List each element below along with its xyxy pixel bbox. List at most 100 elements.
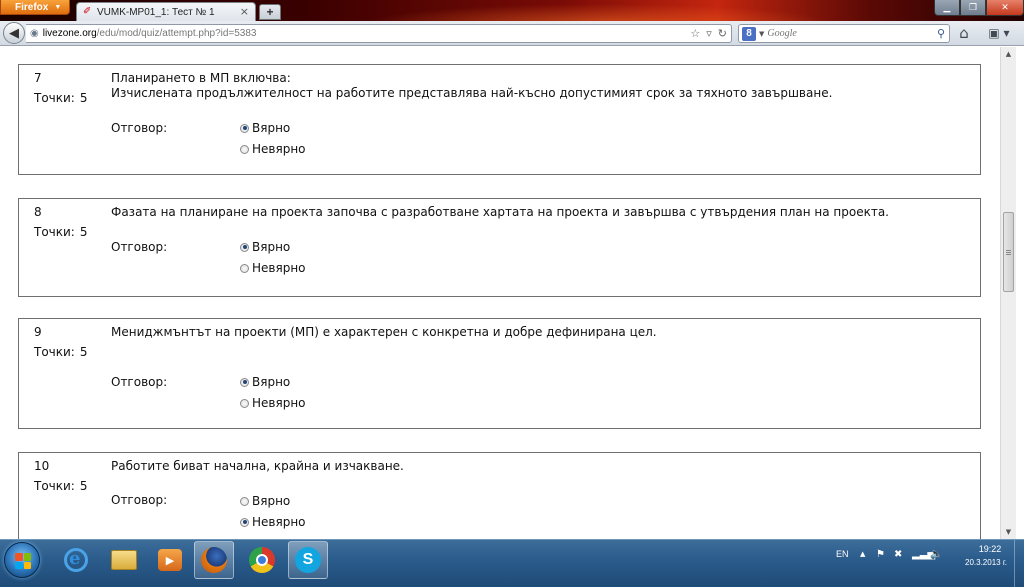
- bookmarks-menu-icon[interactable]: ▣ ▾: [980, 24, 1018, 43]
- answer-label: Отговор:: [111, 121, 168, 135]
- tab-quiz[interactable]: ✐ VUMK-MP01_1: Тест № 1 ×: [76, 2, 256, 21]
- option-false[interactable]: Невярно: [240, 396, 306, 410]
- firefox-icon: [201, 547, 227, 573]
- question-number: 10: [34, 459, 50, 473]
- close-tab-icon[interactable]: ×: [240, 6, 249, 17]
- taskbar-firefox[interactable]: [194, 541, 234, 579]
- taskbar-media-player[interactable]: ▶: [150, 541, 190, 579]
- clock-date[interactable]: 20.3.2013 г.: [950, 558, 1022, 567]
- question-number: 8: [34, 205, 42, 219]
- radio-button[interactable]: [240, 517, 249, 527]
- minimize-button[interactable]: ▁: [934, 0, 960, 16]
- page-content: 7 Точки: 5 Планирането в МП включва: Изчи…: [0, 47, 1000, 539]
- clock-time[interactable]: 19:22: [960, 544, 1020, 554]
- radio-button[interactable]: [240, 242, 249, 252]
- points-label: Точки:: [34, 91, 75, 105]
- question-number: 9: [34, 325, 42, 339]
- media-player-icon: ▶: [158, 549, 182, 571]
- points-value: 5: [79, 91, 88, 105]
- question-text-line: Планирането в МП включва:: [111, 71, 291, 85]
- points-value: 5: [79, 345, 88, 359]
- system-tray: EN ▲ ⚑ ✖ ▂▃▅ 🔈 19:22 20.3.2013 г.: [830, 540, 1024, 588]
- skype-icon: S: [295, 547, 321, 573]
- option-label[interactable]: Вярно: [252, 121, 290, 135]
- home-icon[interactable]: ⌂: [954, 24, 974, 43]
- scroll-up-icon[interactable]: ▲: [1001, 47, 1016, 61]
- taskbar-skype[interactable]: S: [288, 541, 328, 579]
- radio-button[interactable]: [240, 144, 249, 154]
- option-label[interactable]: Вярно: [252, 240, 290, 254]
- firefox-menu-button[interactable]: Firefox ▼: [0, 0, 70, 15]
- close-window-button[interactable]: ✕: [986, 0, 1024, 16]
- windows-flag-icon: [15, 553, 31, 569]
- taskbar-explorer[interactable]: [104, 541, 144, 579]
- firefox-menu-label: Firefox: [15, 1, 49, 13]
- question-text: Планирането в МП включва: Изчислената пр…: [111, 71, 971, 101]
- taskbar-internet-explorer[interactable]: [56, 541, 96, 579]
- language-indicator[interactable]: EN: [836, 549, 849, 559]
- windows-start-icon[interactable]: [4, 542, 40, 578]
- vertical-scrollbar[interactable]: ▲ ▼: [1000, 47, 1016, 539]
- option-false[interactable]: Невярно: [240, 142, 306, 156]
- network-warning-icon[interactable]: ✖: [894, 549, 902, 560]
- option-true[interactable]: Вярно: [240, 494, 290, 508]
- url-host: livezone.org: [42, 28, 97, 39]
- option-label[interactable]: Вярно: [252, 494, 290, 508]
- option-label[interactable]: Невярно: [252, 142, 306, 156]
- question-points: Точки: 5: [34, 225, 88, 239]
- volume-icon[interactable]: 🔈: [930, 549, 942, 560]
- window-edge: [1016, 47, 1024, 539]
- show-desktop-button[interactable]: [1014, 540, 1024, 588]
- chevron-down-icon: ▼: [54, 3, 62, 11]
- points-label: Точки:: [34, 225, 75, 239]
- action-center-flag-icon[interactable]: ⚑: [876, 549, 885, 560]
- question-text-line: Мениджмънтът на проекти (МП) е характере…: [111, 325, 657, 339]
- taskbar-chrome[interactable]: [242, 541, 282, 579]
- site-identity-icon[interactable]: ◉: [30, 28, 39, 39]
- radio-button[interactable]: [240, 496, 249, 506]
- back-button[interactable]: ◀: [3, 22, 25, 44]
- option-true[interactable]: Вярно: [240, 375, 290, 389]
- option-true[interactable]: Вярно: [240, 240, 290, 254]
- option-label[interactable]: Вярно: [252, 375, 290, 389]
- question-text: Работите биват начална, крайна и изчаква…: [111, 459, 971, 474]
- radio-button[interactable]: [240, 398, 249, 408]
- show-hidden-icons-icon[interactable]: ▲: [860, 550, 865, 558]
- question-10: 10 Точки: 5 Работите биват начална, крайн…: [18, 452, 981, 539]
- answer-label: Отговор:: [111, 240, 168, 254]
- option-label[interactable]: Невярно: [252, 515, 306, 529]
- search-input[interactable]: [767, 28, 928, 39]
- dropdown-arrow-icon[interactable]: ▿: [706, 27, 712, 40]
- question-text: Мениджмънтът на проекти (МП) е характере…: [111, 325, 971, 340]
- scroll-down-icon[interactable]: ▼: [1001, 525, 1016, 539]
- question-points: Точки: 5: [34, 479, 88, 493]
- points-label: Точки:: [34, 479, 75, 493]
- search-engine-icon[interactable]: 8: [742, 26, 756, 41]
- radio-button[interactable]: [240, 377, 249, 387]
- option-true[interactable]: Вярно: [240, 121, 290, 135]
- chrome-icon: [249, 547, 275, 573]
- option-false[interactable]: Невярно: [240, 515, 306, 529]
- back-arrow-icon: ◀: [9, 25, 19, 41]
- question-text-line: Фазата на планиране на проекта започва с…: [111, 205, 889, 219]
- chevron-down-icon[interactable]: ▼: [759, 30, 764, 38]
- question-number: 7: [34, 71, 42, 85]
- window-titlebar: Firefox ▼ ✐ VUMK-MP01_1: Тест № 1 × + ▁ …: [0, 0, 1024, 21]
- address-bar[interactable]: ◉ livezone.org/edu/mod/quiz/attempt.php?…: [26, 24, 732, 43]
- maximize-button[interactable]: ❐: [960, 0, 986, 16]
- answer-label: Отговор:: [111, 375, 168, 389]
- reload-icon[interactable]: ↻: [718, 27, 727, 40]
- option-label[interactable]: Невярно: [252, 396, 306, 410]
- bookmark-star-icon[interactable]: ☆: [690, 27, 700, 40]
- url-text: livezone.org/edu/mod/quiz/attempt.php?id…: [43, 28, 257, 39]
- option-label[interactable]: Невярно: [252, 261, 306, 275]
- new-tab-button[interactable]: +: [259, 4, 281, 20]
- tab-title: VUMK-MP01_1: Тест № 1: [97, 6, 215, 18]
- magnifier-icon[interactable]: ⚲: [937, 27, 945, 40]
- question-points: Точки: 5: [34, 91, 88, 105]
- option-false[interactable]: Невярно: [240, 261, 306, 275]
- radio-button[interactable]: [240, 123, 249, 133]
- scrollbar-thumb[interactable]: [1003, 212, 1014, 292]
- search-box[interactable]: 8 ▼ ⚲: [738, 24, 950, 43]
- radio-button[interactable]: [240, 263, 249, 273]
